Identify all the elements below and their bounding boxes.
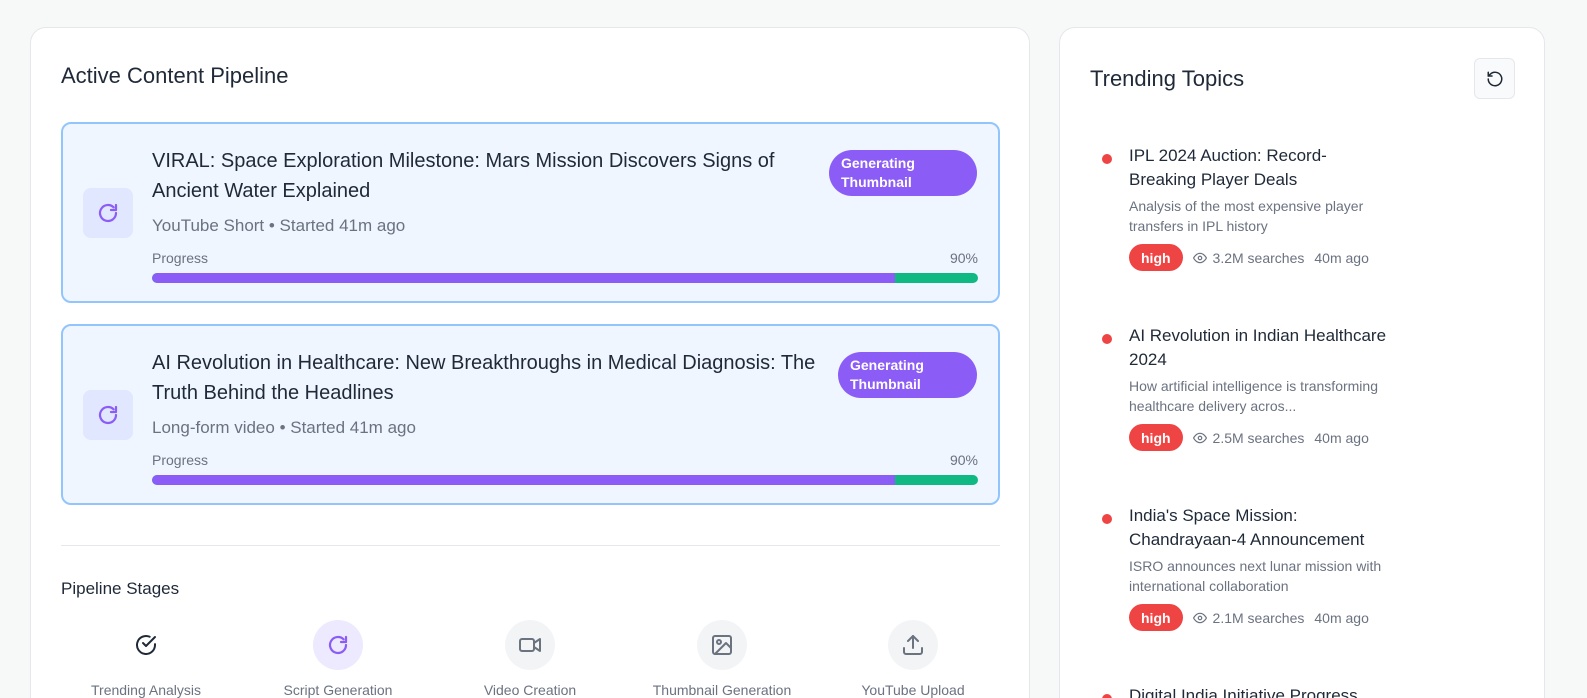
topic-title: Digital India Initiative Progress (1129, 686, 1358, 698)
stage-label: YouTube Upload (861, 682, 965, 698)
image-icon (697, 620, 747, 670)
refresh-icon (1487, 71, 1502, 86)
job-progress-label: Progress (152, 452, 209, 468)
topic-time: 40m ago (1314, 429, 1369, 446)
job-title: VIRAL: Space Exploration Milestone: Mars… (152, 150, 775, 202)
topic-time: 40m ago (1314, 249, 1369, 266)
priority-dot (1102, 154, 1112, 164)
topic-description: How artificial intelligence is transform… (1129, 378, 1378, 414)
stage-youtube-upload: YouTube Upload (828, 620, 998, 698)
upload-icon (888, 620, 938, 670)
priority-dot (1102, 514, 1112, 524)
job-progress-bar (152, 475, 978, 485)
priority-badge: high (1129, 424, 1183, 451)
divider (61, 545, 1000, 546)
trending-title: Trending Topics (1090, 66, 1245, 91)
video-icon (505, 620, 555, 670)
topic-title: AI Revolution in Indian Healthcare 2024 (1129, 326, 1387, 369)
stage-video-creation: Video Creation (445, 620, 615, 698)
topic-title: India's Space Mission: Chandrayaan-4 Ann… (1129, 506, 1365, 549)
eye-icon (1192, 252, 1207, 263)
pipeline-job[interactable]: VIRAL: Space Exploration Milestone: Mars… (61, 122, 1000, 303)
stage-thumbnail-generation: Thumbnail Generation (637, 620, 807, 698)
pipeline-job[interactable]: AI Revolution in Healthcare: New Breakth… (61, 324, 1000, 505)
topic-title: IPL 2024 Auction: Record-Breaking Player… (1129, 146, 1327, 189)
job-progress-value: 90% (949, 452, 978, 468)
priority-dot (1102, 334, 1112, 344)
pipeline-stages-title: Pipeline Stages (61, 579, 180, 598)
stage-trending-analysis: Trending Analysis (61, 620, 231, 698)
job-progress-fill (152, 273, 896, 283)
job-status-badge: Generating Thumbnail (838, 352, 977, 398)
job-progress-fill (152, 475, 896, 485)
eye-icon (1192, 432, 1207, 443)
topic-searches: 3.2M searches (1212, 249, 1305, 266)
job-status-badge: Generating Thumbnail (829, 150, 977, 196)
eye-icon (1192, 612, 1207, 623)
stage-label: Script Generation (283, 682, 393, 698)
job-refresh-icon (83, 188, 133, 238)
job-progress-value: 90% (949, 250, 978, 266)
stage-label: Video Creation (483, 682, 577, 698)
priority-badge: high (1129, 244, 1183, 271)
job-meta: Long-form video • Started 41m ago (152, 418, 416, 437)
stage-script-generation: Script Generation (253, 620, 423, 698)
job-refresh-icon (83, 390, 133, 440)
topic-description: ISRO announces next lunar mission with i… (1129, 558, 1382, 594)
topic-searches: 2.5M searches (1212, 429, 1305, 446)
stage-label: Trending Analysis (91, 682, 201, 698)
priority-dot (1102, 694, 1112, 698)
job-meta: YouTube Short • Started 41m ago (152, 216, 406, 235)
job-progress-bar (152, 273, 978, 283)
stage-label: Thumbnail Generation (652, 682, 792, 698)
priority-badge: high (1129, 604, 1183, 631)
topic-description: Analysis of the most expensive player tr… (1129, 198, 1364, 234)
job-title: AI Revolution in Healthcare: New Breakth… (152, 352, 816, 404)
trending-topics-panel: Trending Topics IPL 2024 Auction: Record… (1059, 27, 1545, 698)
topic-stats: high 3.2M searches 40m ago (1129, 244, 1369, 271)
pipeline-title: Active Content Pipeline (61, 63, 289, 88)
refresh-icon (313, 620, 363, 670)
topic-time: 40m ago (1314, 609, 1369, 626)
active-pipeline-panel: Active Content Pipeline VIRAL: Space Exp… (30, 27, 1030, 698)
topic-stats: high 2.5M searches 40m ago (1129, 424, 1369, 451)
topic-searches: 2.1M searches (1212, 609, 1305, 626)
check-circle-icon (121, 620, 171, 670)
job-progress-label: Progress (152, 250, 209, 266)
refresh-button[interactable] (1474, 58, 1515, 99)
topic-stats: high 2.1M searches 40m ago (1129, 604, 1369, 631)
